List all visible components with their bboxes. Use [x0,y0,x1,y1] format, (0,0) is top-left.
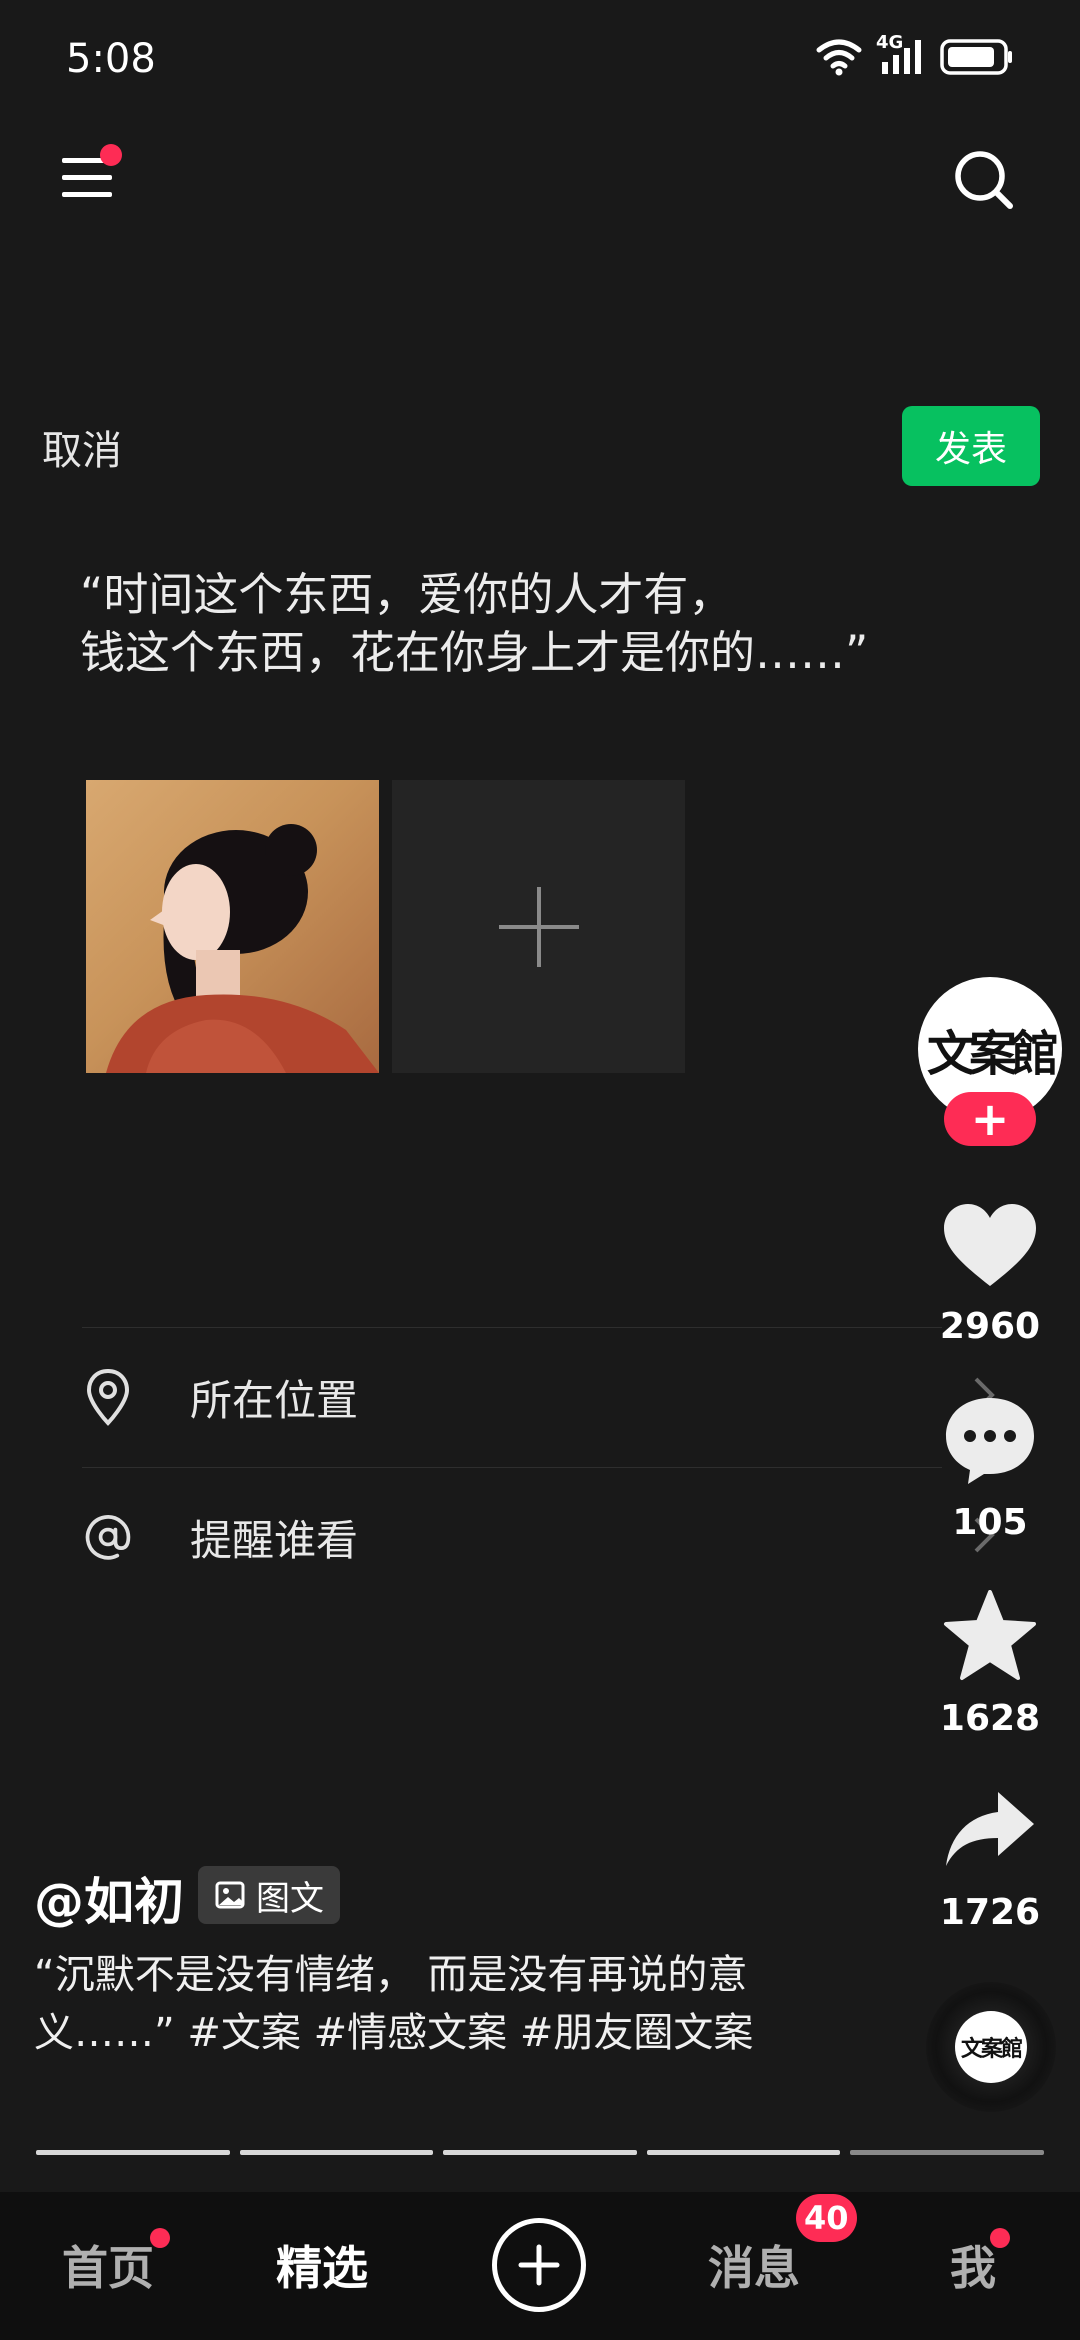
post-type-label: 图文 [256,1878,324,1919]
comment-count: 105 [952,1502,1028,1543]
like-count: 2960 [939,1306,1041,1347]
nav-me[interactable]: 我 [950,2232,996,2298]
progress-segment [850,2150,1044,2155]
nav-messages[interactable]: 消息 [708,2232,800,2298]
progress-segment [443,2150,637,2155]
publish-button[interactable]: 发表 [902,406,1040,486]
signal-icon: 4G [876,32,926,76]
mention-label: 提醒谁看 [190,1515,359,1565]
image-progress-bar [36,2150,1044,2155]
messages-badge: 40 [796,2194,857,2242]
heart-icon [944,1204,1036,1286]
location-label: 所在位置 [190,1375,359,1425]
music-disc[interactable]: 文案館 [926,1982,1056,2112]
share-button[interactable] [940,1780,1040,1880]
nav-home[interactable]: 首页 [62,2232,154,2298]
image-icon [215,1881,245,1909]
quote-text: “时间这个东西，爱你的人才有， 钱这个东西，花在你身上才是你的……” [80,568,869,679]
like-button[interactable] [940,1196,1040,1296]
wifi-icon [816,39,862,76]
network-type: 4G [876,32,904,53]
favorite-count: 1628 [939,1698,1041,1739]
bottom-nav: 首页 精选 消息 40 我 [0,2192,1080,2340]
progress-segment [239,2150,434,2155]
nav-featured[interactable]: 精选 [276,2232,368,2298]
share-arrow-icon [946,1792,1034,1866]
nav-home-dot [150,2228,170,2248]
add-image-button[interactable] [392,780,685,1073]
menu-notification-dot [100,144,122,166]
battery-icon [940,39,1012,75]
status-icons: 4G [816,32,1014,76]
photo-thumbnail[interactable] [86,780,379,1073]
post-caption[interactable]: “沉默不是没有情绪， 而是没有再说的意义……” #文案 #情感文案 #朋友圈文案 [34,1946,774,2062]
create-button[interactable] [492,2218,586,2312]
divider [82,1327,942,1328]
favorite-button[interactable] [940,1586,1040,1686]
plus-icon [518,2244,560,2286]
star-icon [944,1590,1036,1680]
divider [82,1467,942,1468]
location-option[interactable]: 所在位置 [82,1352,1002,1442]
author-name[interactable]: @如初 [34,1862,184,1934]
status-time: 5:08 [66,36,156,82]
plus-icon [498,886,579,967]
follow-button[interactable]: + [944,1092,1036,1146]
at-sign-icon [82,1509,134,1565]
search-icon [955,151,1013,209]
mention-option[interactable]: 提醒谁看 [82,1492,1002,1582]
comment-icon [946,1398,1034,1484]
comment-button[interactable] [940,1390,1040,1490]
progress-segment [36,2150,230,2155]
music-disc-label: 文案館 [955,2011,1027,2083]
post-type-badge: 图文 [198,1866,340,1924]
nav-me-dot [990,2228,1010,2248]
cancel-button[interactable]: 取消 [42,418,122,476]
progress-segment [646,2150,841,2155]
location-pin-icon [82,1367,134,1427]
portrait-image [106,824,379,1073]
search-button[interactable] [952,148,1016,212]
share-count: 1726 [939,1892,1041,1933]
